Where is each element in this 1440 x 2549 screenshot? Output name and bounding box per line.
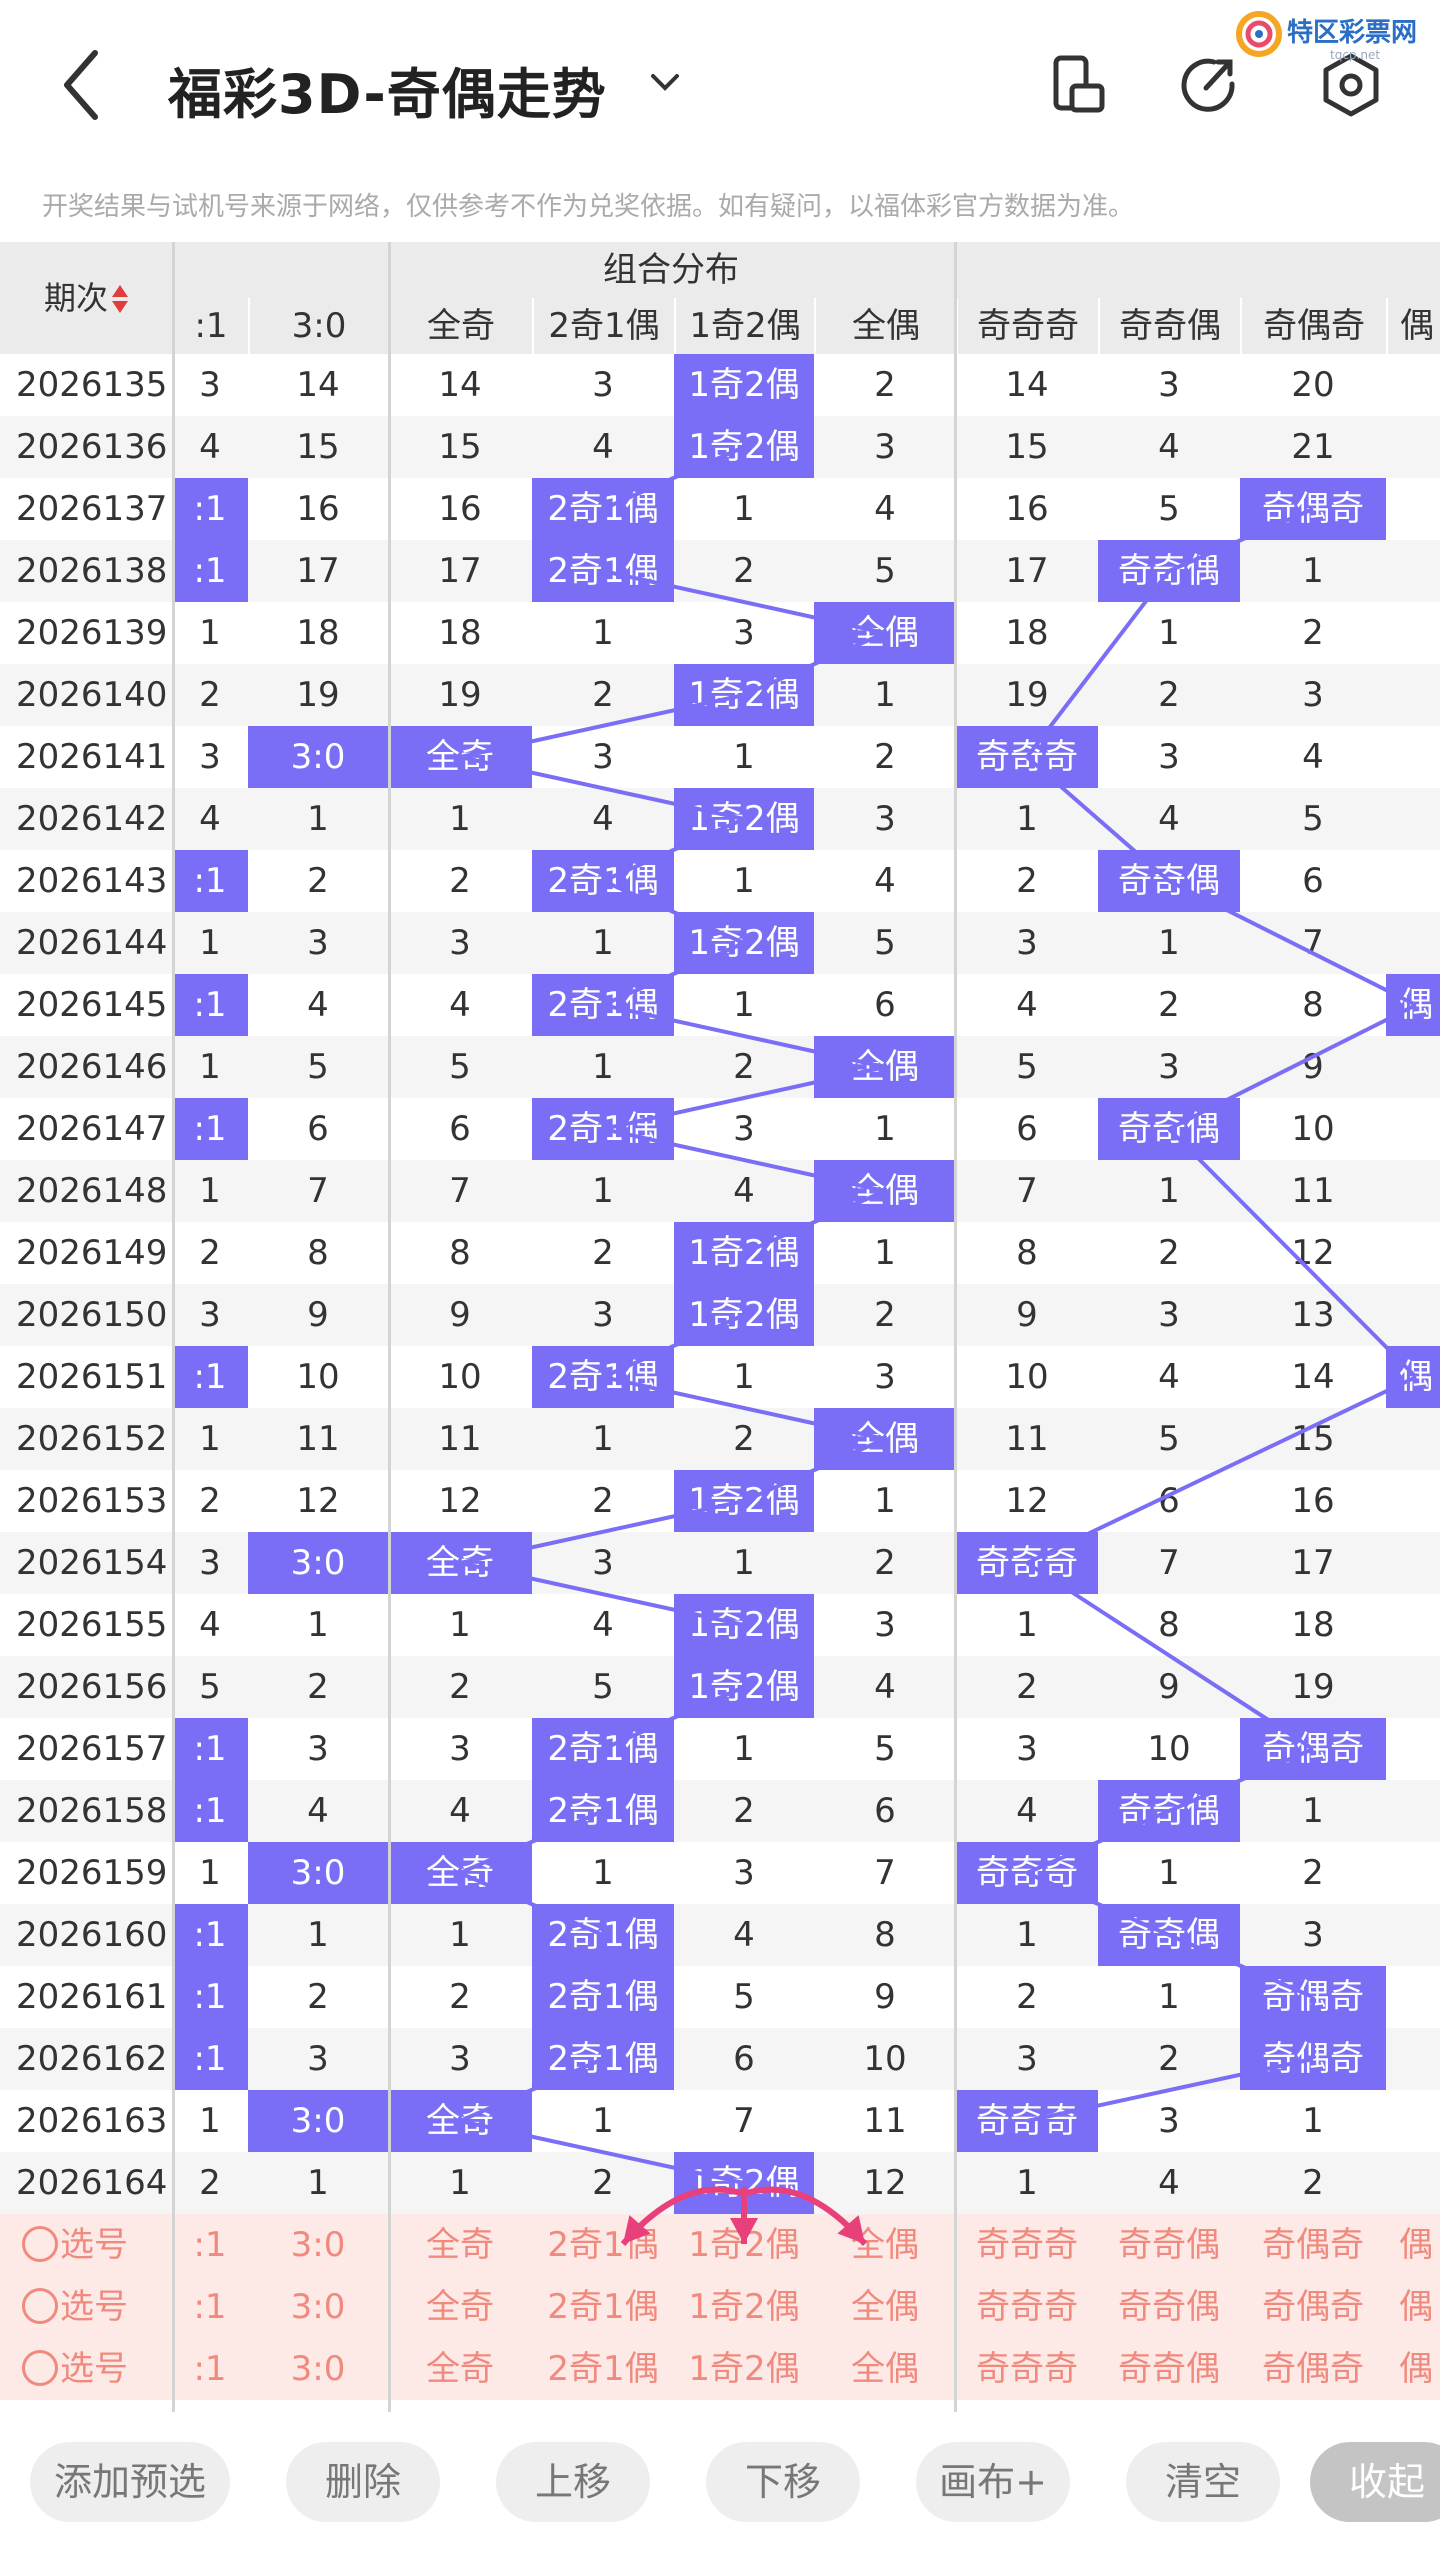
back-arrow-icon[interactable] bbox=[55, 45, 115, 125]
brand-logo-icon bbox=[1236, 11, 1282, 57]
annotation-arrows bbox=[620, 2186, 868, 2246]
add-preselect-button[interactable]: 添加预选 bbox=[30, 2442, 230, 2522]
arrow-head-icon bbox=[730, 2218, 758, 2244]
bottom-toolbar: 添加预选 删除 上移 下移 画布+ 清空 收起 bbox=[0, 2412, 1440, 2549]
brand-name: 特区彩票网 bbox=[1287, 18, 1418, 48]
delete-button[interactable]: 删除 bbox=[286, 2442, 440, 2522]
share-icon[interactable] bbox=[1174, 50, 1244, 120]
trend-table: 期次 组合分布:1 3:0 全奇 2奇1偶 1奇2偶 全偶 奇奇奇 奇奇偶 奇偶奇偶 202613… bbox=[0, 242, 1440, 2412]
brand-watermark: 特区彩票网 tqcp.net bbox=[1235, 8, 1435, 64]
clear-button[interactable]: 清空 bbox=[1126, 2442, 1280, 2522]
move-down-button[interactable]: 下移 bbox=[706, 2442, 860, 2522]
move-up-button[interactable]: 上移 bbox=[496, 2442, 650, 2522]
chevron-down-icon[interactable] bbox=[645, 62, 685, 102]
canvas-add-button[interactable]: 画布+ bbox=[916, 2442, 1070, 2522]
collapse-button[interactable]: 收起 bbox=[1310, 2442, 1440, 2522]
brand-url: tqcp.net bbox=[1330, 48, 1381, 62]
page-title[interactable]: 福彩3D-奇偶走势 bbox=[168, 50, 607, 129]
app-header: 福彩3D-奇偶走势 特区彩票网 tqcp.net bbox=[0, 0, 1440, 170]
disclaimer-notice: 开奖结果与试机号来源于网络，仅供参考不作为兑奖依据。如有疑问，以福体彩官方数据为… bbox=[42, 192, 1135, 222]
screen-orientation-icon[interactable] bbox=[1042, 50, 1112, 120]
